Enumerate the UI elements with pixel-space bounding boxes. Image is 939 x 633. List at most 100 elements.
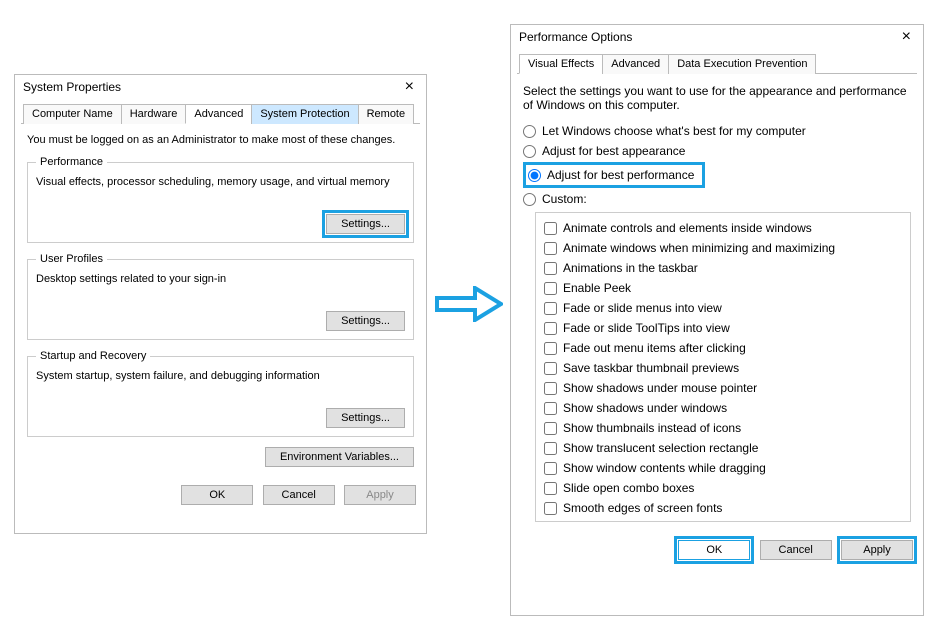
check-input[interactable] [544,282,557,295]
check-item[interactable]: Smooth edges of screen fonts [544,499,902,517]
startup-recovery-desc: System startup, system failure, and debu… [36,370,405,382]
arrow-icon [435,286,503,322]
radio-label: Adjust for best appearance [542,142,685,160]
check-input[interactable] [544,262,557,275]
close-icon[interactable]: × [898,29,915,45]
check-item[interactable]: Show window contents while dragging [544,459,902,477]
check-item[interactable]: Show shadows under windows [544,399,902,417]
tab-advanced[interactable]: Advanced [185,104,252,124]
tab-remote[interactable]: Remote [358,104,415,124]
system-properties-footer: OK Cancel Apply [15,477,426,513]
check-input[interactable] [544,222,557,235]
tab-perf-advanced[interactable]: Advanced [602,54,669,74]
radio-input-best-appearance[interactable] [523,145,536,158]
check-input[interactable] [544,482,557,495]
radio-label: Let Windows choose what's best for my co… [542,122,806,140]
visual-effects-checklist[interactable]: Animate controls and elements inside win… [535,212,911,522]
check-input[interactable] [544,382,557,395]
performance-group: Performance Visual effects, processor sc… [27,156,414,243]
user-profiles-settings-button[interactable]: Settings... [326,311,405,331]
check-label: Show translucent selection rectangle [563,439,758,457]
system-properties-titlebar: System Properties × [15,75,426,99]
po-ok-button[interactable]: OK [678,540,750,560]
performance-options-title: Performance Options [519,30,632,44]
performance-options-tabs: Visual Effects Advanced Data Execution P… [517,53,917,74]
check-item[interactable]: Fade or slide menus into view [544,299,902,317]
check-input[interactable] [544,322,557,335]
check-item[interactable]: Show thumbnails instead of icons [544,419,902,437]
performance-options-dialog: Performance Options × Visual Effects Adv… [510,24,924,616]
check-input[interactable] [544,462,557,475]
close-icon[interactable]: × [401,79,418,95]
check-item[interactable]: Enable Peek [544,279,902,297]
check-input[interactable] [544,402,557,415]
po-cancel-button[interactable]: Cancel [760,540,832,560]
performance-settings-button[interactable]: Settings... [326,214,405,234]
tab-visual-effects[interactable]: Visual Effects [519,54,603,74]
radio-input-custom[interactable] [523,193,536,206]
radio-custom[interactable]: Custom: [523,190,911,208]
tab-hardware[interactable]: Hardware [121,104,187,124]
check-label: Slide open combo boxes [563,479,694,497]
check-label: Fade out menu items after clicking [563,339,746,357]
check-item[interactable]: Animate windows when minimizing and maxi… [544,239,902,257]
startup-recovery-settings-button[interactable]: Settings... [326,408,405,428]
performance-options-titlebar: Performance Options × [511,25,923,49]
radio-best-performance-row: Adjust for best performance [523,162,911,188]
system-properties-tabs: Computer Name Hardware Advanced System P… [21,103,420,124]
check-input[interactable] [544,422,557,435]
check-item[interactable]: Fade out menu items after clicking [544,339,902,357]
performance-options-footer: OK Cancel Apply [511,532,923,568]
check-label: Animate windows when minimizing and maxi… [563,239,835,257]
check-item[interactable]: Animate controls and elements inside win… [544,219,902,237]
startup-recovery-group: Startup and Recovery System startup, sys… [27,350,414,437]
tab-system-protection[interactable]: System Protection [251,104,358,124]
check-item[interactable]: Slide open combo boxes [544,479,902,497]
check-label: Show thumbnails instead of icons [563,419,741,437]
radio-label: Adjust for best performance [547,166,694,184]
user-profiles-group: User Profiles Desktop settings related t… [27,253,414,340]
check-input[interactable] [544,522,557,523]
check-input[interactable] [544,342,557,355]
check-item[interactable]: Smooth-scroll list boxes [544,519,902,522]
check-label: Show shadows under mouse pointer [563,379,757,397]
check-item[interactable]: Show translucent selection rectangle [544,439,902,457]
check-label: Fade or slide ToolTips into view [563,319,730,337]
sp-ok-button[interactable]: OK [181,485,253,505]
sp-cancel-button[interactable]: Cancel [263,485,335,505]
tab-dep[interactable]: Data Execution Prevention [668,54,816,74]
po-apply-button[interactable]: Apply [841,540,913,560]
check-input[interactable] [544,242,557,255]
check-label: Save taskbar thumbnail previews [563,359,739,377]
visual-effects-instructions: Select the settings you want to use for … [523,84,911,112]
radio-best-appearance[interactable]: Adjust for best appearance [523,142,911,160]
check-label: Animations in the taskbar [563,259,698,277]
radio-let-windows-choose[interactable]: Let Windows choose what's best for my co… [523,122,911,140]
check-input[interactable] [544,442,557,455]
check-input[interactable] [544,362,557,375]
check-label: Show window contents while dragging [563,459,766,477]
radio-best-performance[interactable]: Adjust for best performance [523,162,705,188]
radio-input-let-windows[interactable] [523,125,536,138]
check-input[interactable] [544,302,557,315]
environment-variables-button[interactable]: Environment Variables... [265,447,414,467]
user-profiles-desc: Desktop settings related to your sign-in [36,273,405,285]
visual-effects-panel: Select the settings you want to use for … [511,74,923,532]
check-label: Smooth edges of screen fonts [563,499,722,517]
radio-label: Custom: [542,190,587,208]
check-label: Show shadows under windows [563,399,727,417]
admin-note: You must be logged on as an Administrato… [27,134,414,146]
check-item[interactable]: Fade or slide ToolTips into view [544,319,902,337]
tab-computer-name[interactable]: Computer Name [23,104,122,124]
radio-input-best-performance[interactable] [528,169,541,182]
check-label: Smooth-scroll list boxes [563,519,690,522]
check-input[interactable] [544,502,557,515]
check-item[interactable]: Show shadows under mouse pointer [544,379,902,397]
system-properties-dialog: System Properties × Computer Name Hardwa… [14,74,427,534]
check-item[interactable]: Save taskbar thumbnail previews [544,359,902,377]
check-label: Fade or slide menus into view [563,299,722,317]
check-item[interactable]: Animations in the taskbar [544,259,902,277]
check-label: Enable Peek [563,279,631,297]
user-profiles-legend: User Profiles [36,253,107,265]
performance-legend: Performance [36,156,107,168]
